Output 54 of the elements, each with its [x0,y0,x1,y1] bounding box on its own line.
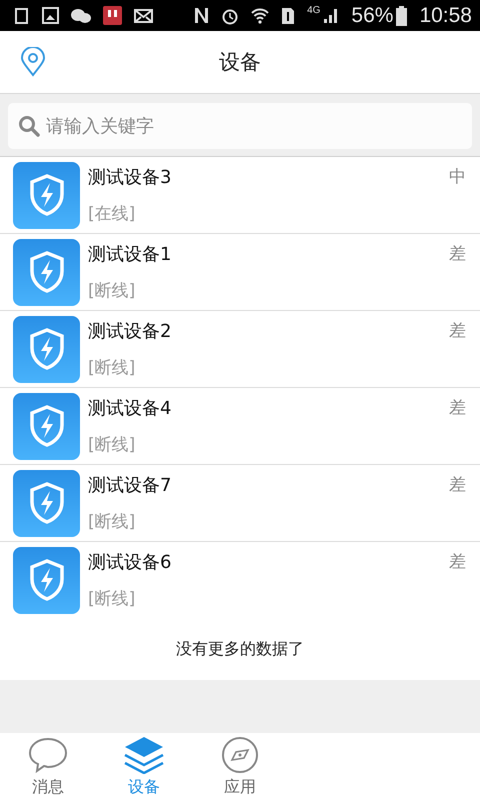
device-name: 测试设备7 [88,474,172,497]
device-status: [断线] [88,588,136,610]
tab[interactable]: 应用 [192,733,288,800]
device-status: [断线] [88,434,136,456]
device-status: [在线] [88,203,136,225]
device-list-item[interactable]: 测试设备3 [在线] 中 [0,157,480,234]
signal-quality: 差 [449,320,466,342]
shield-lightning-icon [13,238,80,306]
tab[interactable]: 设备 [96,733,192,800]
tab[interactable]: 消息 [0,733,96,800]
battery-percent: 56% [351,4,394,28]
wifi-icon [251,6,270,24]
device-list-item[interactable]: 测试设备6 [断线] 差 [0,542,480,618]
image-icon [42,7,59,24]
device-status: [断线] [88,511,136,533]
device-list-item[interactable]: 测试设备7 [断线] 差 [0,465,480,542]
signal-quality: 中 [449,166,466,188]
battery-icon [396,6,408,26]
device-list-item[interactable]: 测试设备2 [断线] 差 [0,311,480,388]
signal-quality: 差 [449,551,466,573]
layers-icon [123,736,165,774]
page-title: 设备 [218,49,262,76]
device-name: 测试设备4 [88,397,172,420]
nfc-icon [193,7,210,24]
shield-lightning-icon [13,392,80,460]
signal-quality: 差 [449,243,466,265]
signal-quality: 差 [449,474,466,496]
device-list-item[interactable]: 测试设备1 [断线] 差 [0,234,480,311]
signal-icon [323,8,340,24]
device-status: [断线] [88,357,136,379]
location-pin-icon[interactable] [20,47,46,77]
mail-icon [134,8,153,22]
sim-icon [281,6,296,24]
screenshot-icon [14,6,30,24]
chat-bubbles-icon [71,8,91,24]
device-status: [断线] [88,280,136,302]
device-name: 测试设备1 [88,243,172,266]
search-field[interactable]: 请输入关键字 [8,103,472,149]
signal-quality: 差 [449,397,466,419]
no-more-data-text: 没有更多的数据了 [176,638,304,660]
compass-icon [219,736,261,774]
clock: 10:58 [419,4,472,28]
device-name: 测试设备2 [88,320,172,343]
shield-lightning-icon [13,162,80,228]
device-list-item[interactable]: 测试设备4 [断线] 差 [0,388,480,465]
network-type: 4G [307,5,320,16]
alarm-icon [221,6,240,24]
chat-bubble-icon [27,736,69,774]
device-name: 测试设备6 [88,551,172,574]
shield-lightning-icon [13,316,80,382]
shield-lightning-icon [13,470,80,536]
search-icon [18,115,40,137]
device-name: 测试设备3 [88,166,172,189]
shield-lightning-icon [13,546,80,614]
